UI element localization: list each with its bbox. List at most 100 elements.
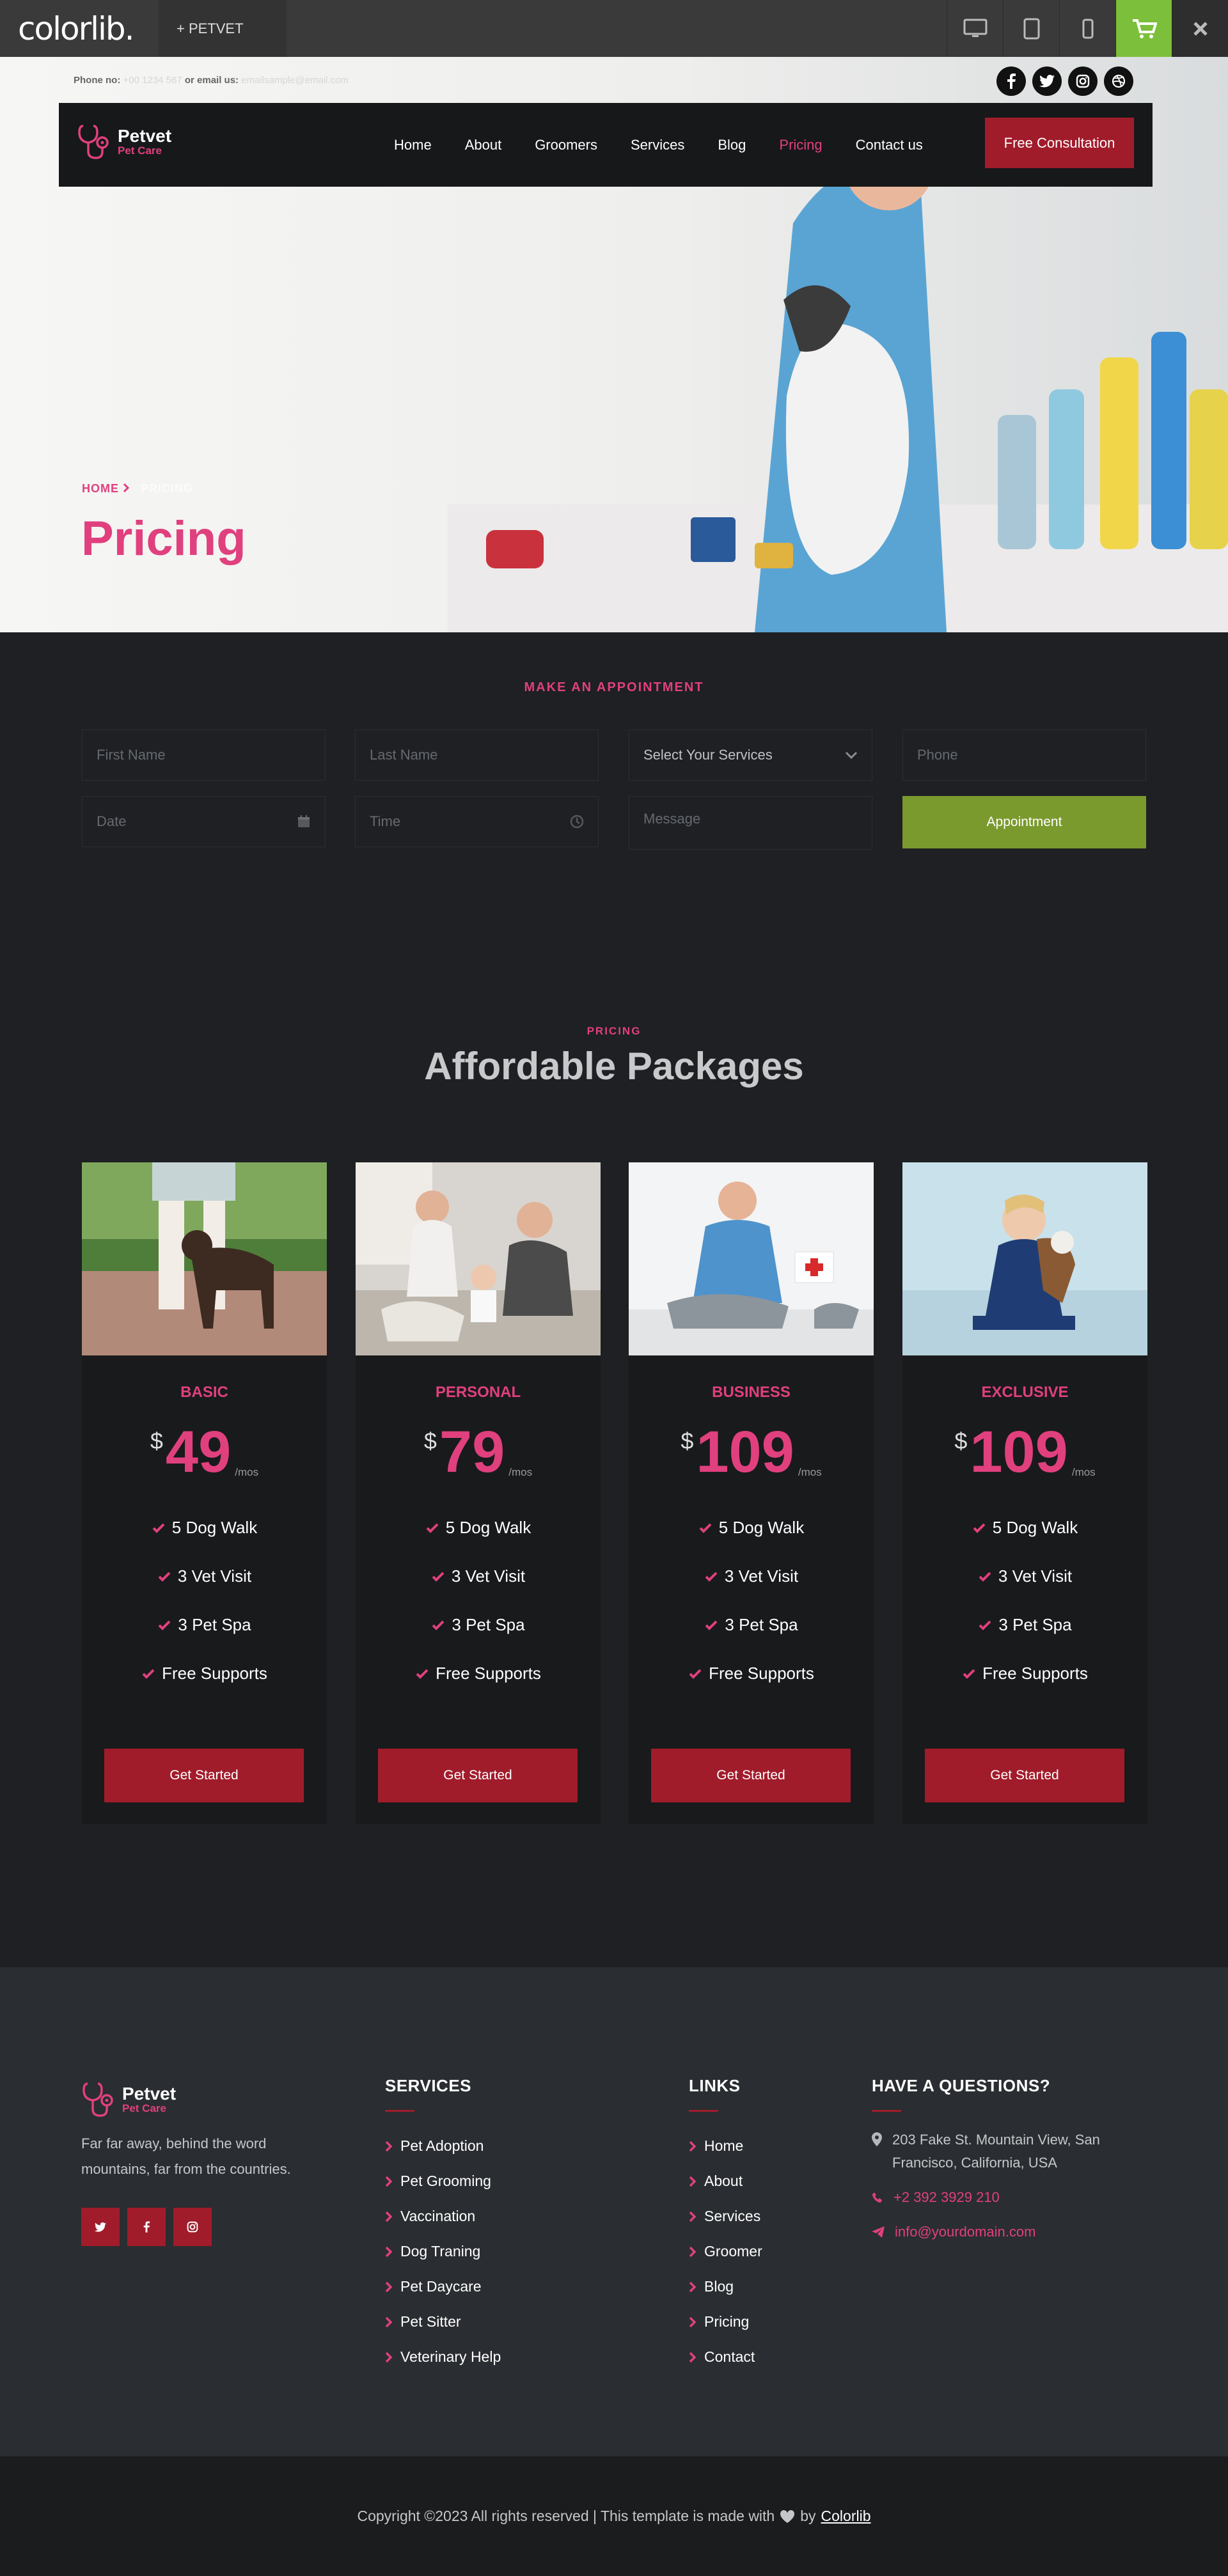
first-name-input[interactable]: First Name [82, 730, 326, 781]
phone-input[interactable]: Phone [902, 730, 1146, 781]
footer-nav-link[interactable]: Services [689, 2199, 762, 2234]
nav-item-home[interactable]: Home [394, 137, 432, 153]
chevron-right-icon [123, 483, 130, 493]
feature-text: 3 Vet Visit [998, 1566, 1073, 1586]
link-text: Veterinary Help [400, 2348, 501, 2365]
nav-item-blog[interactable]: Blog [718, 137, 746, 153]
feature-item: 3 Pet Spa [629, 1615, 874, 1635]
price-period: /mos [798, 1466, 822, 1478]
feature-item: 3 Pet Spa [82, 1615, 327, 1635]
footer-service-link[interactable]: Pet Daycare [385, 2269, 501, 2304]
plan-image-dog-walk [82, 1162, 327, 1355]
link-text: Services [704, 2208, 761, 2224]
footer-service-link[interactable]: Pet Adoption [385, 2128, 501, 2164]
link-text: Home [704, 2137, 744, 2154]
twitter-icon[interactable] [81, 2208, 120, 2246]
free-consultation-button[interactable]: Free Consultation [985, 118, 1134, 168]
footer-nav-link[interactable]: Blog [689, 2269, 762, 2304]
footer-nav-link[interactable]: Home [689, 2128, 762, 2164]
tablet-icon[interactable] [1003, 0, 1059, 57]
chevron-right-icon [385, 2352, 393, 2362]
instagram-icon[interactable] [173, 2208, 212, 2246]
footer-nav-link[interactable]: Groomer [689, 2234, 762, 2269]
feature-item: 5 Dog Walk [902, 1518, 1147, 1538]
phone-value[interactable]: +00 1234 567 [123, 75, 182, 86]
nav-item-services[interactable]: Services [631, 137, 684, 153]
get-started-button[interactable]: Get Started [651, 1749, 851, 1802]
hero-section: Phone no: +00 1234 567 or email us: emai… [0, 57, 1228, 632]
chevron-right-icon [689, 2176, 697, 2187]
facebook-icon[interactable] [996, 66, 1026, 96]
service-select[interactable]: Select Your Services [629, 730, 872, 781]
plan-price: $49/mos [82, 1420, 327, 1484]
twitter-icon[interactable] [1032, 66, 1062, 96]
get-started-button[interactable]: Get Started [925, 1749, 1124, 1802]
breadcrumb: HOME PRICING [82, 482, 193, 496]
footer-nav-link[interactable]: Contact [689, 2339, 762, 2375]
footer-nav-link[interactable]: About [689, 2164, 762, 2199]
feature-text: Free Supports [982, 1664, 1088, 1683]
chevron-down-icon [845, 751, 858, 759]
feature-item: 5 Dog Walk [82, 1518, 327, 1538]
nav-item-groomers[interactable]: Groomers [535, 137, 597, 153]
breadcrumb-home[interactable]: HOME [82, 482, 119, 495]
footer-links-title: LINKS [689, 2076, 741, 2095]
footer-phone[interactable]: +2 392 3929 210 [872, 2186, 1166, 2209]
footer-socials [81, 2208, 324, 2246]
plan-image-family [356, 1162, 601, 1355]
email-value[interactable]: emailsample@email.com [241, 75, 349, 86]
dribbble-icon[interactable] [1104, 66, 1133, 96]
feature-text: Free Supports [436, 1664, 541, 1683]
last-name-input[interactable]: Last Name [355, 730, 599, 781]
cart-icon[interactable] [1115, 0, 1172, 57]
title-underline [385, 2110, 414, 2112]
time-input[interactable]: Time [355, 796, 599, 847]
link-text: Pet Adoption [400, 2137, 484, 2154]
get-started-button[interactable]: Get Started [378, 1749, 578, 1802]
main-navbar: Petvet Pet Care Home About Groomers Serv… [59, 103, 1153, 187]
footer-service-link[interactable]: Pet Sitter [385, 2304, 501, 2339]
footer-questions-title: HAVE A QUESTIONS? [872, 2076, 1051, 2095]
feature-item: 3 Vet Visit [356, 1566, 601, 1586]
date-input[interactable]: Date [82, 796, 326, 847]
desktop-icon[interactable] [947, 0, 1003, 57]
mobile-icon[interactable] [1059, 0, 1115, 57]
footer-service-link[interactable]: Dog Traning [385, 2234, 501, 2269]
feature-text: 5 Dog Walk [171, 1518, 258, 1537]
title-underline [689, 2110, 718, 2112]
check-icon [432, 1620, 445, 1630]
price-period: /mos [1071, 1466, 1096, 1478]
footer-email[interactable]: info@yourdomain.com [872, 2221, 1166, 2244]
instagram-icon[interactable] [1068, 66, 1098, 96]
theme-tab[interactable]: + PETVET [159, 0, 287, 57]
close-icon[interactable] [1172, 0, 1228, 57]
chevron-right-icon [689, 2281, 697, 2292]
footer-service-link[interactable]: Veterinary Help [385, 2339, 501, 2375]
footer-nav-link[interactable]: Pricing [689, 2304, 762, 2339]
message-placeholder: Message [643, 811, 701, 827]
nav-item-contact[interactable]: Contact us [856, 137, 923, 153]
plan-price: $109/mos [902, 1420, 1147, 1484]
chevron-right-icon [385, 2316, 393, 2327]
nav-item-about[interactable]: About [465, 137, 502, 153]
link-text: Groomer [704, 2243, 762, 2260]
colorlib-logo[interactable]: colorlib. [18, 10, 135, 47]
link-text: Pet Sitter [400, 2313, 461, 2330]
colorlib-credit-link[interactable]: Colorlib [821, 2508, 871, 2525]
nav-item-pricing[interactable]: Pricing [779, 137, 822, 153]
currency-symbol: $ [681, 1428, 694, 1454]
price-period: /mos [508, 1466, 533, 1478]
footer-service-link[interactable]: Vaccination [385, 2199, 501, 2234]
petvet-logo[interactable]: Petvet Pet Care [77, 123, 171, 160]
check-icon [979, 1572, 991, 1582]
message-textarea[interactable]: Message [629, 796, 872, 850]
pricing-card-exclusive: EXCLUSIVE $109/mos 5 Dog Walk 3 Vet Visi… [902, 1162, 1147, 1824]
footer-service-link[interactable]: Pet Grooming [385, 2164, 501, 2199]
footer-logo[interactable]: Petvet Pet Care [81, 2081, 324, 2118]
footer-about: Petvet Pet Care Far far away, behind the… [81, 2081, 324, 2246]
price-value: 49 [165, 1419, 232, 1485]
pricing-card-basic: BASIC $49/mos 5 Dog Walk 3 Vet Visit 3 P… [82, 1162, 327, 1824]
facebook-icon[interactable] [127, 2208, 166, 2246]
get-started-button[interactable]: Get Started [104, 1749, 304, 1802]
appointment-button[interactable]: Appointment [902, 796, 1146, 848]
